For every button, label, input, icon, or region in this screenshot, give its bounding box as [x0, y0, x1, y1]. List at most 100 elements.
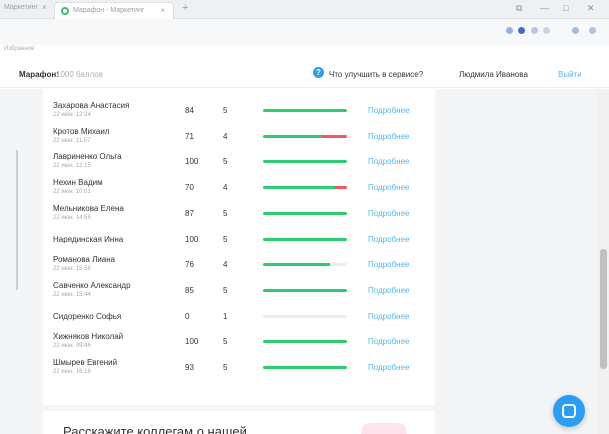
details-link[interactable]: Подробнее — [368, 235, 410, 244]
progress-bar — [263, 366, 347, 369]
restore-icon[interactable]: ⧉ — [516, 3, 522, 14]
details-link[interactable]: Подробнее — [368, 157, 410, 166]
extension-icon[interactable] — [506, 27, 513, 34]
extension-icon[interactable] — [531, 27, 538, 34]
extension-icon[interactable] — [543, 27, 550, 34]
progress-fill — [263, 340, 347, 344]
participant-date: 22 июн. 09:46 — [53, 343, 91, 350]
progress-bar — [263, 211, 347, 215]
progress-bar — [263, 237, 347, 241]
browser-toolbar — [0, 19, 609, 45]
new-tab-icon[interactable]: + — [182, 2, 188, 14]
details-link[interactable]: Подробнее — [368, 286, 410, 295]
details-link[interactable]: Подробнее — [368, 209, 410, 218]
participant-date: 22 июн. 14:55 — [53, 214, 91, 221]
participant-name: Лавриненко Ольга — [53, 152, 122, 162]
participant-name: Хижняков Николай — [53, 332, 124, 342]
progress-fill-missed — [335, 186, 347, 190]
tab-close-icon[interactable]: × — [42, 3, 47, 12]
table-row: Кротов Михаил 22 июн. 11:57 71 4 Подробнее — [43, 125, 435, 150]
bookmark-item[interactable]: Избранное — [4, 46, 34, 52]
menu-icon[interactable] — [589, 27, 596, 34]
maximize-icon[interactable]: □ — [563, 3, 568, 13]
promo-card: Расскажите коллегам о нашей — [43, 411, 435, 434]
participant-score: 85 — [185, 285, 194, 295]
logout-link[interactable]: Выйти — [558, 70, 582, 79]
details-link[interactable]: Подробнее — [368, 132, 410, 141]
participant-score: 76 — [185, 260, 194, 270]
user-name: Людмила Иванова — [459, 70, 528, 79]
minimize-icon[interactable]: — — [540, 3, 549, 13]
table-row: Сидоренко Софья 0 1 Подробнее — [43, 305, 435, 330]
progress-fill — [263, 237, 347, 241]
participant-name: Нехин Вадим — [53, 178, 103, 188]
tab-favicon-icon — [61, 7, 69, 15]
details-link[interactable]: Подробнее — [368, 312, 410, 321]
participant-name: Кротов Михаил — [53, 126, 110, 136]
table-row: Нехин Вадим 22 июн. 10:01 70 4 Подробнее — [43, 176, 435, 201]
browser-tab-active[interactable]: Марафон - Маркетинг × — [54, 2, 174, 19]
participant-name: Нарядинская Инна — [53, 234, 124, 244]
participant-name: Мельникова Елена — [53, 203, 124, 213]
participant-name: Романова Лиана — [53, 255, 116, 265]
progress-fill — [263, 160, 347, 164]
progress-fill — [263, 288, 347, 292]
promo-title: Расскажите коллегам о нашей — [63, 424, 247, 434]
browser-tab-previous[interactable]: Маркетинг — [4, 4, 38, 11]
participant-days: 5 — [223, 363, 228, 372]
feedback-link[interactable]: Что улучшить в сервисе? — [329, 70, 423, 79]
details-link[interactable]: Подробнее — [368, 363, 410, 372]
participant-score: 71 — [185, 131, 194, 141]
participant-days: 4 — [223, 183, 228, 193]
browser-tab-strip: Маркетинг × Марафон - Маркетинг × + ⧉ — … — [0, 0, 609, 19]
table-row: Шмырев Евгений 22 июн. 16:18 93 5 Подробнее — [43, 356, 435, 381]
participant-date: 22 июн. 12:15 — [53, 163, 91, 170]
participant-days: 4 — [223, 260, 228, 270]
participant-score: 87 — [185, 208, 194, 218]
progress-bar — [263, 288, 347, 292]
details-link[interactable]: Подробнее — [368, 260, 410, 269]
marathon-label: Марафон: — [19, 70, 59, 79]
details-link[interactable]: Подробнее — [368, 106, 410, 115]
progress-bar — [263, 314, 347, 318]
promo-button[interactable] — [361, 423, 407, 434]
participant-score: 100 — [185, 337, 199, 347]
participant-days: 4 — [223, 131, 228, 141]
tab-close-icon[interactable]: × — [160, 6, 165, 15]
progress-fill — [263, 109, 347, 112]
participant-date: 22 июн. 12:24 — [53, 112, 91, 118]
help-icon[interactable]: ? — [313, 67, 324, 78]
participant-score: 100 — [185, 157, 199, 167]
progress-bar — [263, 186, 347, 190]
table-row: Савченко Александр 22 июн. 15:44 85 5 Подроб… — [43, 279, 435, 304]
chat-button[interactable] — [553, 395, 585, 427]
extension-icon[interactable] — [572, 27, 579, 34]
participant-date: 22 июн. 11:57 — [53, 137, 91, 144]
participant-score: 0 — [185, 311, 190, 321]
table-row: Лавриненко Ольга 22 июн. 12:15 100 5 Подробн… — [43, 150, 435, 175]
participant-date: 22 июн. 15:58 — [53, 266, 91, 273]
details-link[interactable]: Подробнее — [368, 183, 410, 192]
scrollbar[interactable] — [598, 89, 609, 434]
progress-fill — [263, 263, 331, 267]
table-row: Мельникова Елена 22 июн. 14:55 87 5 Подробне… — [43, 202, 435, 227]
extension-icon[interactable] — [518, 27, 525, 34]
details-link[interactable]: Подробнее — [368, 337, 410, 346]
participant-days: 5 — [223, 106, 228, 115]
participant-date: 22 июн. 15:44 — [53, 291, 91, 298]
participant-days: 5 — [223, 285, 228, 295]
scrollbar-thumb[interactable] — [600, 249, 607, 369]
participants-table: Захарова Анастасия 22 июн. 12:24 84 5 Подроб… — [43, 89, 435, 405]
participant-date: 22 июн. 10:01 — [53, 189, 91, 196]
table-row: Романова Лиана 22 июн. 15:58 76 4 Подробнее — [43, 253, 435, 278]
table-row: Хижняков Николай 22 июн. 09:46 100 5 Подробн… — [43, 330, 435, 355]
participant-name: Сидоренко Софья — [53, 311, 122, 321]
close-window-icon[interactable]: ✕ — [587, 3, 595, 14]
chat-icon — [562, 404, 576, 418]
participant-days: 5 — [223, 157, 228, 167]
progress-fill — [263, 211, 347, 215]
progress-bar — [263, 109, 347, 112]
tab-title: Марафон - Маркетинг — [73, 7, 145, 14]
progress-fill — [263, 186, 336, 190]
participant-score: 100 — [185, 234, 199, 244]
